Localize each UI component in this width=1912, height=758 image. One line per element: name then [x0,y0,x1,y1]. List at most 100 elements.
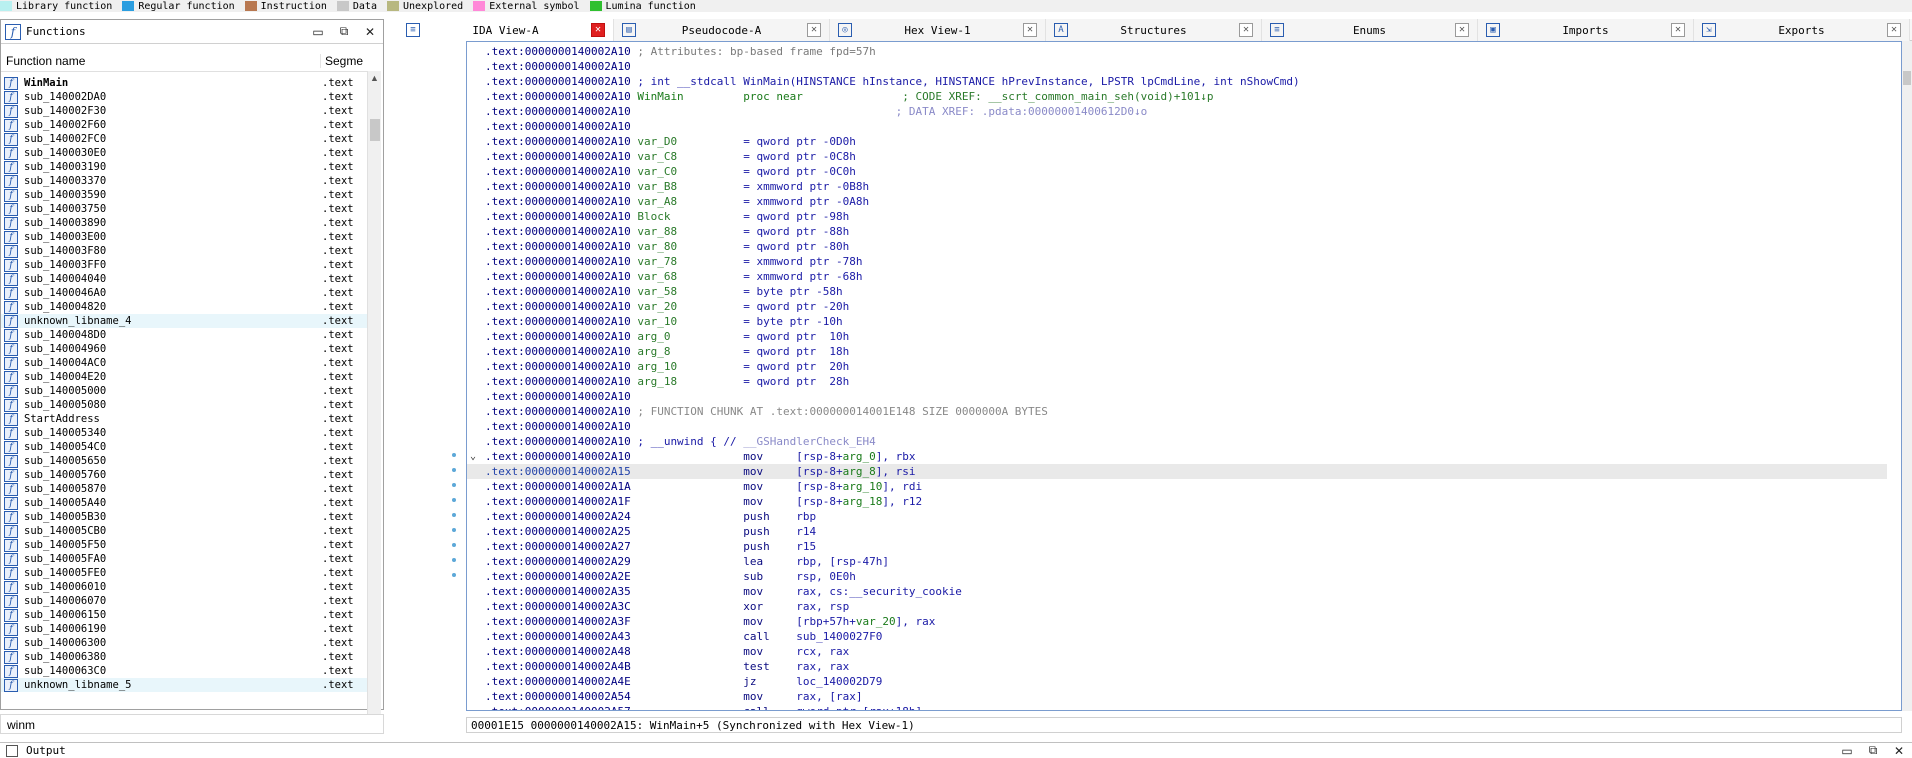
function-row[interactable]: f sub_140003370 .text [1,174,369,188]
function-row[interactable]: f sub_140005FE0 .text [1,566,369,580]
disasm-line[interactable]: .text:0000000140002A10 var_68 = xmmword … [467,269,1887,284]
function-row[interactable]: f sub_140005CB0 .text [1,524,369,538]
disasm-line[interactable]: .text:0000000140002A10 var_D0 = qword pt… [467,134,1887,149]
disasm-line[interactable]: .text:0000000140002A48 mov rcx, rax [467,644,1887,659]
function-row[interactable]: f sub_140003190 .text [1,160,369,174]
function-row[interactable]: f sub_140004960 .text [1,342,369,356]
disasm-line[interactable]: .text:0000000140002A29 lea rbp, [rsp-47h… [467,554,1887,569]
tab-ida-view-a[interactable]: ≡ IDA View-A ✕ [398,19,614,41]
disasm-line[interactable]: .text:0000000140002A10 arg_18 = qword pt… [467,374,1887,389]
disasm-line[interactable]: .text:0000000140002A10 [467,389,1887,404]
close-icon[interactable]: ✕ [357,25,383,39]
disasm-line[interactable]: .text:0000000140002A10 var_A8 = xmmword … [467,194,1887,209]
disasm-line[interactable]: .text:0000000140002A10 ; FUNCTION CHUNK … [467,404,1887,419]
function-row[interactable]: f sub_140003590 .text [1,188,369,202]
tab-hex-view-1[interactable]: ◎ Hex View-1 ✕ [830,19,1046,41]
function-row[interactable]: f unknown_libname_4 .text [1,314,369,328]
disasm-line[interactable]: .text:0000000140002A10 var_80 = qword pt… [467,239,1887,254]
restore-icon[interactable]: ⧉ [331,24,357,39]
function-row[interactable]: f sub_140005000 .text [1,384,369,398]
tab-imports[interactable]: ▣ Imports ✕ [1478,19,1694,41]
function-row[interactable]: f sub_140003E00 .text [1,230,369,244]
function-row[interactable]: f sub_140005340 .text [1,426,369,440]
function-row[interactable]: f sub_140002DA0 .text [1,90,369,104]
ida-view-disassembly[interactable]: .text:0000000140002A10 ; Attributes: bp-… [466,41,1902,711]
column-segment[interactable]: Segme [321,54,369,68]
restore-icon[interactable]: ⧉ [1860,743,1886,758]
function-row[interactable]: f sub_140003F80 .text [1,244,369,258]
function-search-input[interactable]: winm [0,714,384,734]
function-row[interactable]: f sub_140005B30 .text [1,510,369,524]
disasm-line[interactable]: .text:0000000140002A27 push r15 [467,539,1887,554]
disasm-line[interactable]: .text:0000000140002A10 var_B8 = xmmword … [467,179,1887,194]
function-row[interactable]: f sub_140006010 .text [1,580,369,594]
disasm-line[interactable]: .text:0000000140002A57 call qword ptr [r… [467,704,1887,710]
function-row[interactable]: f sub_140003890 .text [1,216,369,230]
disasm-line[interactable]: .text:0000000140002A10 var_58 = byte ptr… [467,284,1887,299]
disasm-line[interactable]: .text:0000000140002A10 [467,59,1887,74]
function-row[interactable]: f sub_140003750 .text [1,202,369,216]
close-icon[interactable]: ✕ [1455,23,1469,37]
disasm-line[interactable]: .text:0000000140002A3C xor rax, rsp [467,599,1887,614]
disasm-line[interactable]: .text:0000000140002A10 [467,419,1887,434]
function-row[interactable]: f sub_140002FC0 .text [1,132,369,146]
disasm-line[interactable]: .text:0000000140002A10 var_10 = byte ptr… [467,314,1887,329]
disasm-line[interactable]: .text:0000000140002A10 arg_0 = qword ptr… [467,329,1887,344]
function-row[interactable]: f sub_140004AC0 .text [1,356,369,370]
disasm-line[interactable]: .text:0000000140002A43 call sub_1400027F… [467,629,1887,644]
disasm-line[interactable]: .text:0000000140002A10 ; int __stdcall W… [467,74,1887,89]
close-icon[interactable]: ✕ [807,23,821,37]
minimize-icon[interactable]: ▭ [1834,744,1860,758]
scrollbar-thumb[interactable] [370,119,380,141]
tab-enums[interactable]: ≡ Enums ✕ [1262,19,1478,41]
function-row[interactable]: f sub_140004820 .text [1,300,369,314]
close-icon[interactable]: ✕ [1239,23,1253,37]
function-row[interactable]: f sub_140006150 .text [1,608,369,622]
disasm-line[interactable]: .text:0000000140002A10 WinMain proc near… [467,89,1887,104]
disasm-vertical-scrollbar[interactable] [1902,41,1912,711]
disasm-line[interactable]: .text:0000000140002A10 ; DATA XREF: .pda… [467,104,1887,119]
close-icon[interactable]: ✕ [1671,23,1685,37]
tab-pseudocode-a[interactable]: ▤ Pseudocode-A ✕ [614,19,830,41]
function-row[interactable]: f sub_140005FA0 .text [1,552,369,566]
disasm-line[interactable]: .text:0000000140002A10 var_C0 = qword pt… [467,164,1887,179]
tab-exports[interactable]: ⇲ Exports ✕ [1694,19,1910,41]
function-row[interactable]: f unknown_libname_5 .text [1,678,369,692]
function-row[interactable]: f sub_140005650 .text [1,454,369,468]
function-row[interactable]: f sub_140004040 .text [1,272,369,286]
minimize-icon[interactable]: ▭ [305,25,331,39]
function-row[interactable]: f sub_140005870 .text [1,482,369,496]
function-row[interactable]: f sub_1400048D0 .text [1,328,369,342]
function-row[interactable]: f sub_140003FF0 .text [1,258,369,272]
scrollbar-thumb[interactable] [1903,71,1911,85]
function-row[interactable]: f sub_140006300 .text [1,636,369,650]
disasm-line[interactable]: .text:0000000140002A15 mov [rsp-8+arg_8]… [467,464,1887,479]
function-row[interactable]: f sub_140006190 .text [1,622,369,636]
disasm-line[interactable]: .text:0000000140002A2E sub rsp, 0E0h [467,569,1887,584]
disasm-line[interactable]: .text:0000000140002A24 push rbp [467,509,1887,524]
disasm-line[interactable]: .text:0000000140002A54 mov rax, [rax] [467,689,1887,704]
disasm-line[interactable]: .text:0000000140002A10 ; Attributes: bp-… [467,44,1887,59]
disasm-line[interactable]: .text:0000000140002A10 var_20 = qword pt… [467,299,1887,314]
disasm-line[interactable]: .text:0000000140002A10 var_78 = xmmword … [467,254,1887,269]
function-row[interactable]: f sub_140005080 .text [1,398,369,412]
close-icon[interactable]: ✕ [1886,744,1912,758]
disasm-line[interactable]: .text:0000000140002A25 push r14 [467,524,1887,539]
disasm-line[interactable]: .text:0000000140002A10 ; __unwind { // _… [467,434,1887,449]
disasm-line[interactable]: .text:0000000140002A35 mov rax, cs:__sec… [467,584,1887,599]
disasm-line[interactable]: .text:0000000140002A1F mov [rsp-8+arg_18… [467,494,1887,509]
function-row[interactable]: f sub_140004E20 .text [1,370,369,384]
disasm-line[interactable]: .text:0000000140002A10 var_88 = qword pt… [467,224,1887,239]
function-row[interactable]: f sub_140006070 .text [1,594,369,608]
disasm-line[interactable]: .text:0000000140002A3F mov [rbp+57h+var_… [467,614,1887,629]
function-row[interactable]: f sub_140005A40 .text [1,496,369,510]
close-icon[interactable]: ✕ [1887,23,1901,37]
function-row[interactable]: f sub_1400054C0 .text [1,440,369,454]
disasm-line[interactable]: .text:0000000140002A10 arg_10 = qword pt… [467,359,1887,374]
close-icon[interactable]: ✕ [591,23,605,37]
function-row[interactable]: f sub_1400063C0 .text [1,664,369,678]
function-row[interactable]: f sub_1400046A0 .text [1,286,369,300]
function-row[interactable]: f sub_140002F30 .text [1,104,369,118]
disasm-line[interactable]: .text:0000000140002A10 [467,119,1887,134]
disasm-line[interactable]: ⌄ .text:0000000140002A10 mov [rsp-8+arg_0… [467,449,1887,464]
